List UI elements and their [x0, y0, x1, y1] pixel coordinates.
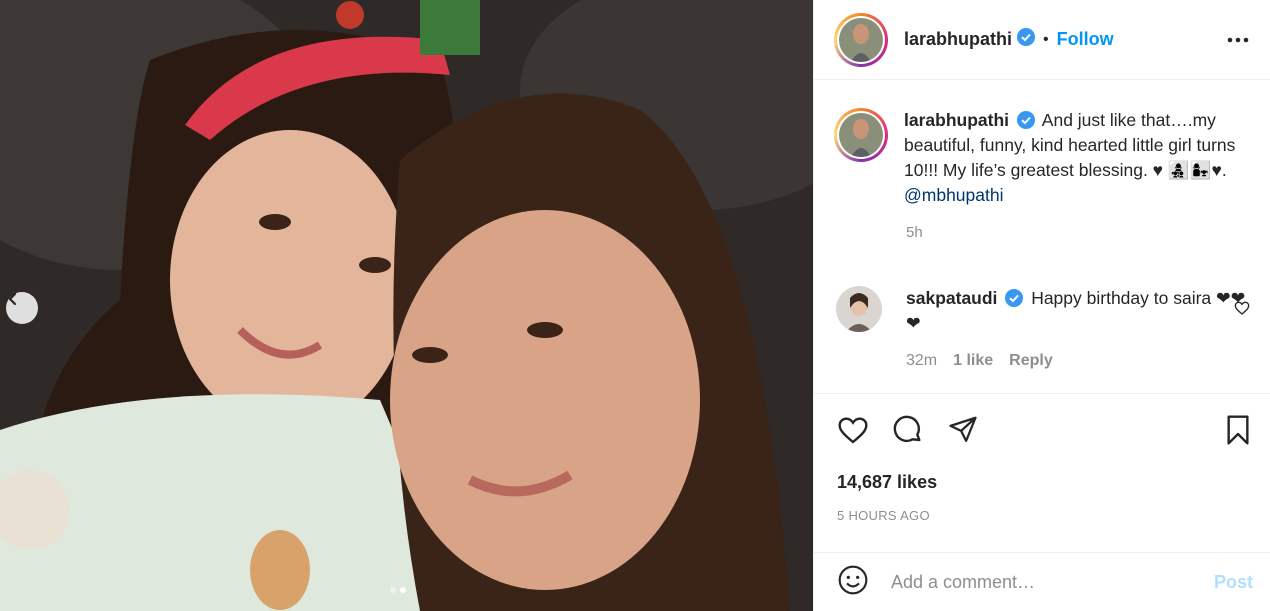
share-icon[interactable] — [948, 414, 978, 449]
comment-meta: 32m 1 like Reply — [906, 352, 1254, 370]
post-detail-panel: larabhupathi • Follow larabhupathi And j… — [813, 0, 1270, 611]
verified-icon — [1005, 289, 1024, 307]
comment-input[interactable] — [891, 571, 1191, 593]
comment-avatar[interactable] — [836, 286, 882, 332]
post-timestamp[interactable]: 5 HOURS AGO — [837, 508, 930, 523]
follow-button[interactable]: Follow — [1057, 29, 1114, 50]
comment-like-icon[interactable] — [1234, 300, 1250, 321]
reply-button[interactable]: Reply — [1009, 352, 1053, 370]
comment-likes[interactable]: 1 like — [953, 352, 993, 370]
verified-icon — [1016, 111, 1035, 129]
carousel-indicator — [390, 587, 406, 593]
comment-username[interactable]: sakpataudi — [906, 288, 997, 308]
bookmark-icon[interactable] — [1224, 414, 1252, 451]
caption: larabhupathi And just like that….my beau… — [834, 108, 1254, 241]
more-icon[interactable] — [1227, 30, 1249, 48]
avatar-image — [839, 17, 883, 62]
caption-mention[interactable]: @mbhupathi — [904, 185, 1004, 205]
comment: sakpataudi Happy birthday to saira ❤❤❤ 3… — [834, 286, 1254, 370]
caption-text: larabhupathi And just like that….my beau… — [904, 108, 1244, 208]
emoji-icon[interactable] — [837, 564, 869, 601]
comment-time[interactable]: 32m — [906, 352, 937, 370]
verified-icon — [1017, 28, 1036, 51]
avatar-image — [836, 286, 882, 332]
chevron-left-icon — [8, 292, 17, 306]
photo-illustration — [0, 0, 813, 611]
carousel-dot-active — [400, 587, 406, 593]
comment-composer: Post — [814, 552, 1270, 611]
caption-avatar[interactable] — [834, 108, 888, 162]
avatar-image — [839, 113, 883, 157]
header-separator: • — [1043, 30, 1049, 48]
likes-count[interactable]: 14,687 likes — [837, 472, 937, 493]
post-actions: 14,687 likes 5 HOURS AGO — [814, 393, 1270, 543]
caption-time[interactable]: 5h — [906, 224, 1254, 241]
avatar[interactable] — [834, 12, 888, 67]
post-header: larabhupathi • Follow — [814, 0, 1270, 80]
carousel-prev-button[interactable] — [6, 292, 38, 324]
comment-icon[interactable] — [892, 414, 924, 451]
heart-icon[interactable] — [836, 414, 870, 451]
caption-username[interactable]: larabhupathi — [904, 110, 1009, 130]
post-photo[interactable] — [0, 0, 813, 611]
comment-text: sakpataudi Happy birthday to saira ❤❤❤ — [906, 286, 1246, 336]
header-username[interactable]: larabhupathi — [904, 29, 1012, 50]
carousel-dot — [390, 587, 396, 593]
post-button[interactable]: Post — [1214, 572, 1253, 593]
